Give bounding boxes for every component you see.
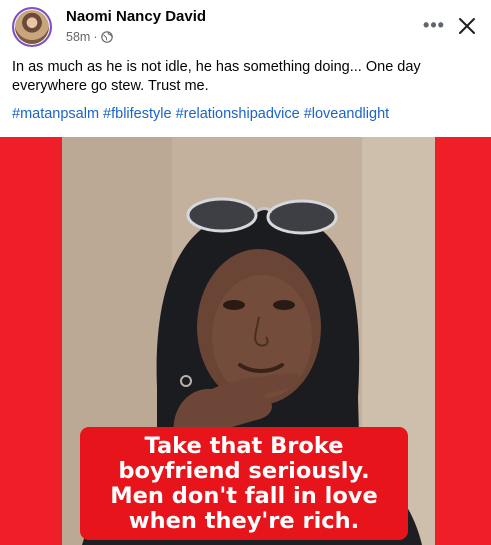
post-meta: 58m · [66, 30, 113, 44]
hashtag-list: #matanpsalm #fblifestyle #relationshipad… [12, 106, 389, 122]
globe-icon [100, 31, 113, 43]
author-name[interactable]: Naomi Nancy David [66, 8, 206, 25]
post-image[interactable]: Take that Broke boyfriend seriously. Men… [0, 137, 491, 545]
feed-post: Naomi Nancy David 58m · ••• In as much a… [0, 0, 491, 545]
caption-overlay: Take that Broke boyfriend seriously. Men… [80, 427, 408, 540]
post-body-text: In as much as he is not idle, he has som… [12, 59, 421, 94]
hashtag-link[interactable]: #fblifestyle [103, 106, 172, 122]
meta-separator: · [93, 30, 98, 44]
hashtag-link[interactable]: #matanpsalm [12, 106, 99, 122]
hashtag-link[interactable]: #loveandlight [304, 106, 389, 122]
close-icon [459, 18, 475, 34]
post-header: Naomi Nancy David 58m · ••• [10, 6, 481, 50]
caption-text: Take that Broke boyfriend seriously. Men… [110, 432, 378, 534]
close-button[interactable] [456, 15, 478, 37]
hashtag-link[interactable]: #relationshipadvice [176, 106, 300, 122]
author-avatar[interactable] [12, 7, 52, 47]
post-time[interactable]: 58m [66, 30, 90, 44]
more-options-button[interactable]: ••• [421, 14, 447, 36]
